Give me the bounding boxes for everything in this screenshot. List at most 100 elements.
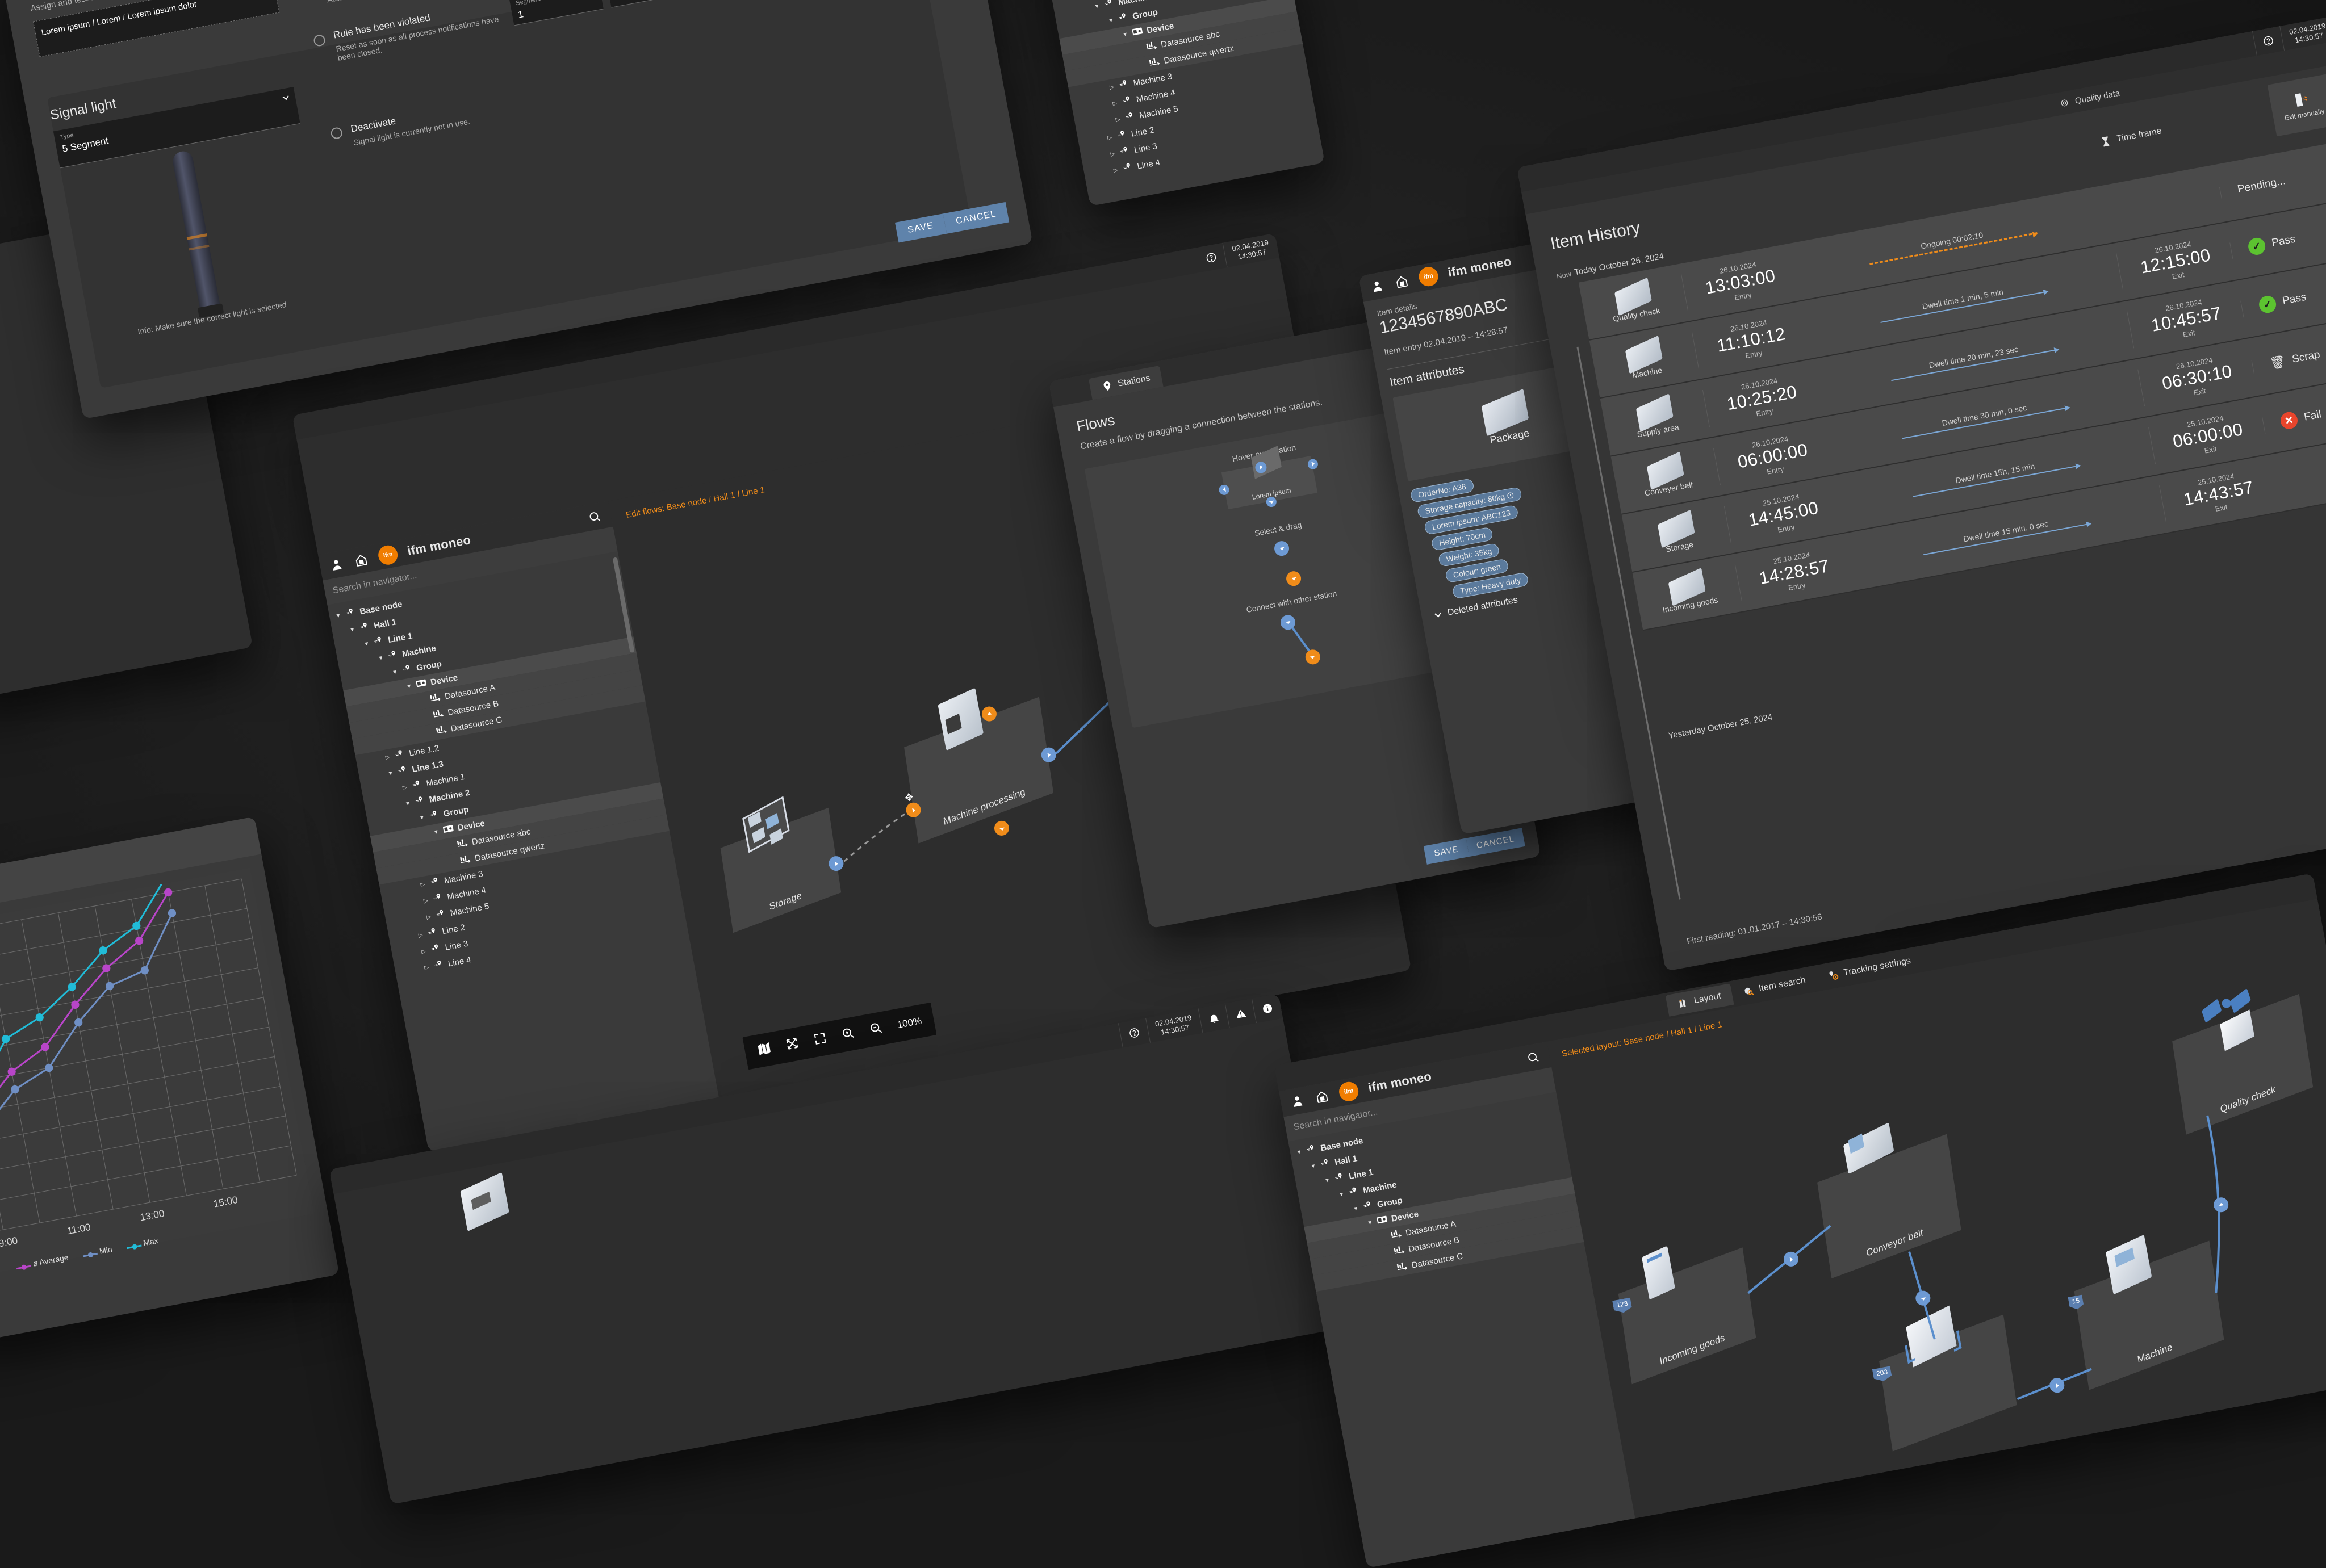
first-reading-label: First reading: 01.01.2017 – 14:30:56 xyxy=(1686,912,1823,947)
history-exit-clock xyxy=(2109,193,2220,213)
svg-text:11:00: 11:00 xyxy=(66,1221,91,1236)
rule-1-colour-field[interactable]: Colour Magenta xyxy=(606,0,706,8)
tree-twisty[interactable]: ▼ xyxy=(1295,1149,1303,1156)
signal-light-select[interactable]: Lorem ipsum / Lorem / Lorem ipsum dolor xyxy=(32,0,280,57)
stack-3d-icon xyxy=(1905,1305,1976,1374)
tree-twisty[interactable]: ▼ xyxy=(1352,1205,1359,1213)
tree-twisty[interactable]: ▼ xyxy=(363,640,370,648)
zoom-in-icon[interactable] xyxy=(840,1025,856,1044)
tree-twisty[interactable]: ▷ xyxy=(384,754,391,761)
help-icon[interactable] xyxy=(1118,1018,1151,1048)
tree-twisty[interactable]: ▼ xyxy=(1122,31,1129,39)
quality-data-tab-label[interactable]: Quality data xyxy=(2074,88,2121,106)
tree-twisty[interactable] xyxy=(1387,1269,1394,1270)
tree-twisty[interactable] xyxy=(1136,48,1143,49)
home-icon[interactable] xyxy=(353,551,370,568)
device-icon xyxy=(442,824,455,836)
tree-twisty[interactable]: ▼ xyxy=(419,815,426,822)
help-icon[interactable] xyxy=(2252,26,2285,56)
tree-twisty[interactable]: ▷ xyxy=(1108,84,1116,91)
tree-twisty[interactable]: ▷ xyxy=(422,898,429,905)
tree-twisty[interactable]: ▷ xyxy=(1111,100,1119,107)
layout-station-incoming-goods[interactable]: Incoming goods xyxy=(1618,1247,1756,1385)
search-icon[interactable] xyxy=(586,508,603,525)
time-frame-label[interactable]: Time frame xyxy=(2116,126,2162,144)
tree-twisty[interactable]: ▼ xyxy=(334,613,342,620)
tree-twisty[interactable]: ▷ xyxy=(1112,167,1119,174)
tree-twisty[interactable] xyxy=(1139,65,1145,66)
tree-node-label: Group xyxy=(1131,7,1159,22)
flows-save-button[interactable]: SAVE xyxy=(1423,838,1470,865)
tree-twisty[interactable]: ▷ xyxy=(419,881,426,888)
incoming-goods-3d-icon xyxy=(1641,1246,1689,1302)
tree-twisty[interactable]: ▼ xyxy=(1324,1177,1331,1184)
user-icon[interactable] xyxy=(1289,1092,1306,1109)
tree-twisty[interactable]: ▼ xyxy=(349,626,356,634)
tree-twisty[interactable] xyxy=(450,862,457,863)
signal-light-group: Signal light Type 5 Segment Info: Make s… xyxy=(49,64,333,345)
tree-node-label: Device xyxy=(1390,1209,1420,1224)
tree-twisty[interactable]: ▼ xyxy=(387,770,395,778)
exit-manually-button[interactable]: Exit manually xyxy=(2267,73,2326,137)
home-icon[interactable] xyxy=(1393,273,1410,290)
info-icon[interactable] xyxy=(1251,993,1283,1024)
status-icon: ✓ xyxy=(2257,294,2278,315)
notifications-icon[interactable] xyxy=(1198,1003,1229,1033)
device-icon xyxy=(1376,1214,1388,1227)
tree-twisty[interactable] xyxy=(423,716,429,718)
status-label: Pass xyxy=(2270,233,2297,249)
rule-radio-1[interactable] xyxy=(312,33,327,47)
flows-cancel-button[interactable]: CANCEL xyxy=(1466,828,1525,857)
history-station-icon: Incoming goods xyxy=(1634,565,1741,618)
tree-twisty[interactable]: ▷ xyxy=(1114,116,1122,124)
tree-node-label: Line 3 xyxy=(1133,141,1158,156)
tree-twisty[interactable]: ▼ xyxy=(1338,1191,1345,1198)
user-icon[interactable] xyxy=(328,556,345,573)
device-icon xyxy=(1131,26,1144,39)
tree-twisty[interactable]: ▷ xyxy=(417,932,424,940)
flow-breadcrumb: Edit flows: Base node / Hall 1 / Line 1 xyxy=(625,485,766,521)
tree-twisty[interactable]: ▼ xyxy=(1093,3,1101,10)
port-machine-bottom[interactable] xyxy=(993,819,1011,837)
tree-twisty[interactable]: ▼ xyxy=(1310,1163,1317,1171)
tree-twisty[interactable]: ▷ xyxy=(423,965,430,972)
expand-icon[interactable] xyxy=(812,1030,829,1049)
layout-canvas[interactable]: Selected layout: Base node / Hall 1 / Li… xyxy=(1546,899,2326,1519)
tree-twisty[interactable]: ▷ xyxy=(1106,135,1114,142)
layout-port-3[interactable] xyxy=(2048,1377,2066,1394)
tree-twisty[interactable] xyxy=(1384,1253,1390,1254)
tree-twisty[interactable]: ▼ xyxy=(1366,1219,1374,1227)
history-dwell-label: Dwell time 20 min, 23 sec xyxy=(1928,344,2019,370)
home-icon[interactable] xyxy=(1313,1088,1331,1105)
tree-twisty[interactable] xyxy=(420,700,426,701)
tree-twisty[interactable]: ▼ xyxy=(433,829,440,836)
tree-twisty[interactable]: ▷ xyxy=(1109,150,1116,158)
rule-radio-2[interactable] xyxy=(330,126,344,140)
tree-twisty[interactable]: ▼ xyxy=(404,800,412,808)
search-icon[interactable] xyxy=(1524,1049,1541,1066)
layout-port-4[interactable] xyxy=(2212,1196,2230,1214)
layout-port-1[interactable] xyxy=(1782,1250,1800,1268)
map-icon[interactable] xyxy=(756,1041,773,1059)
user-icon[interactable] xyxy=(1369,278,1386,295)
tree-twisty[interactable] xyxy=(1381,1236,1387,1238)
tree-twisty[interactable]: ▼ xyxy=(1107,17,1115,24)
tree-twisty[interactable]: ▷ xyxy=(420,948,428,955)
tree-twisty[interactable]: ▷ xyxy=(401,784,408,791)
location-pin-icon xyxy=(1319,1158,1332,1171)
tree-node-label: Device xyxy=(429,673,459,687)
tree-twisty[interactable]: ▼ xyxy=(405,683,413,690)
help-icon[interactable] xyxy=(1195,243,1227,272)
tree-node-label: Hall 1 xyxy=(373,617,398,631)
layout-port-2[interactable] xyxy=(1914,1289,1932,1307)
tree-twisty[interactable] xyxy=(426,732,433,733)
tree-twisty[interactable]: ▷ xyxy=(425,913,433,921)
tree-twisty[interactable]: ▼ xyxy=(391,669,399,676)
tree-twisty[interactable]: ▼ xyxy=(377,655,384,662)
zoom-out-icon[interactable] xyxy=(868,1020,884,1039)
fit-screen-icon[interactable] xyxy=(784,1035,801,1054)
tree-twisty[interactable] xyxy=(447,846,454,847)
datasource-icon xyxy=(1148,57,1161,69)
rule-1-segment-field[interactable]: Segment 1 xyxy=(509,0,604,26)
warning-icon[interactable] xyxy=(1224,998,1256,1028)
